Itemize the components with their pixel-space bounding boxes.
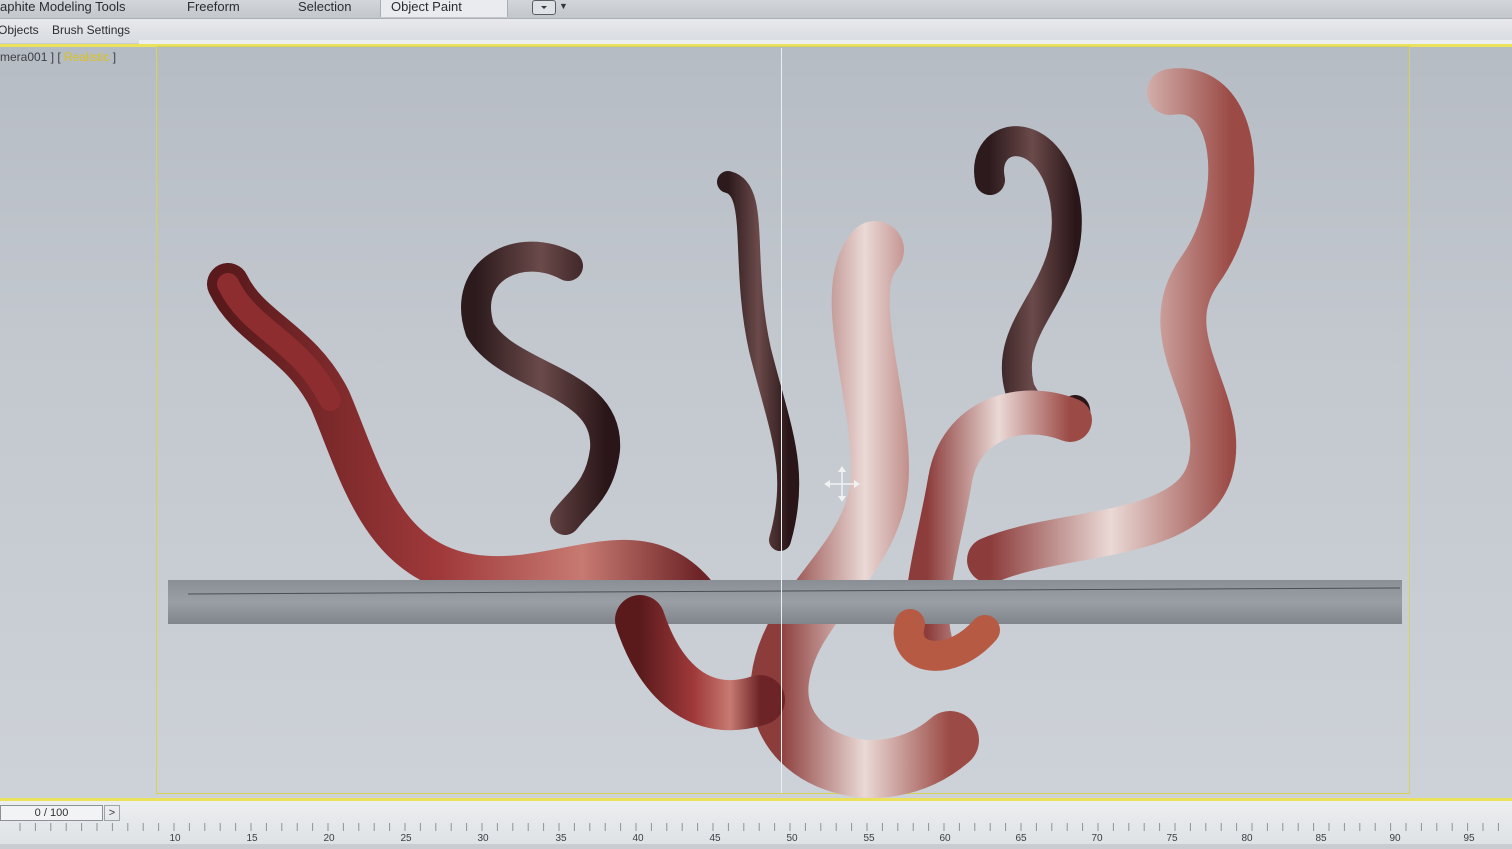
ground-plane[interactable] bbox=[168, 580, 1402, 624]
tick-label: 75 bbox=[1166, 833, 1178, 844]
viewport-center-guide bbox=[781, 48, 782, 793]
tick-label: 70 bbox=[1091, 833, 1103, 844]
time-slider-frame-counter[interactable]: 0 / 100 bbox=[0, 805, 103, 821]
tick-label: 90 bbox=[1389, 833, 1401, 844]
tick-label: 55 bbox=[863, 833, 875, 844]
tick-label: 35 bbox=[555, 833, 567, 844]
tick-label: 25 bbox=[400, 833, 412, 844]
tick-label: 85 bbox=[1315, 833, 1327, 844]
tentacle-left[interactable] bbox=[207, 263, 721, 621]
tentacle-under-left[interactable] bbox=[615, 595, 785, 731]
tick-label: 10 bbox=[169, 833, 181, 844]
tick-label: 15 bbox=[246, 833, 258, 844]
tick-label: 45 bbox=[709, 833, 721, 844]
tick-label: 95 bbox=[1463, 833, 1475, 844]
tick-label: 50 bbox=[786, 833, 798, 844]
timeline[interactable]: 0 / 100 > 10 15 20 25 30 35 40 45 50 55 … bbox=[0, 798, 1512, 844]
tick-label: 40 bbox=[632, 833, 644, 844]
tentacle-curl-left[interactable] bbox=[461, 241, 621, 535]
next-frame-button[interactable]: > bbox=[104, 805, 120, 821]
tick-label: 30 bbox=[477, 833, 489, 844]
tentacle-scene[interactable] bbox=[0, 0, 1512, 841]
tick-label: 65 bbox=[1015, 833, 1027, 844]
tick-label: 80 bbox=[1241, 833, 1253, 844]
tentacle-left-tip bbox=[217, 273, 341, 411]
tick-label: 60 bbox=[939, 833, 951, 844]
tick-label: 20 bbox=[323, 833, 335, 844]
tentacle-thin-center[interactable] bbox=[717, 171, 800, 551]
tentacle-curl-right[interactable] bbox=[974, 126, 1091, 438]
